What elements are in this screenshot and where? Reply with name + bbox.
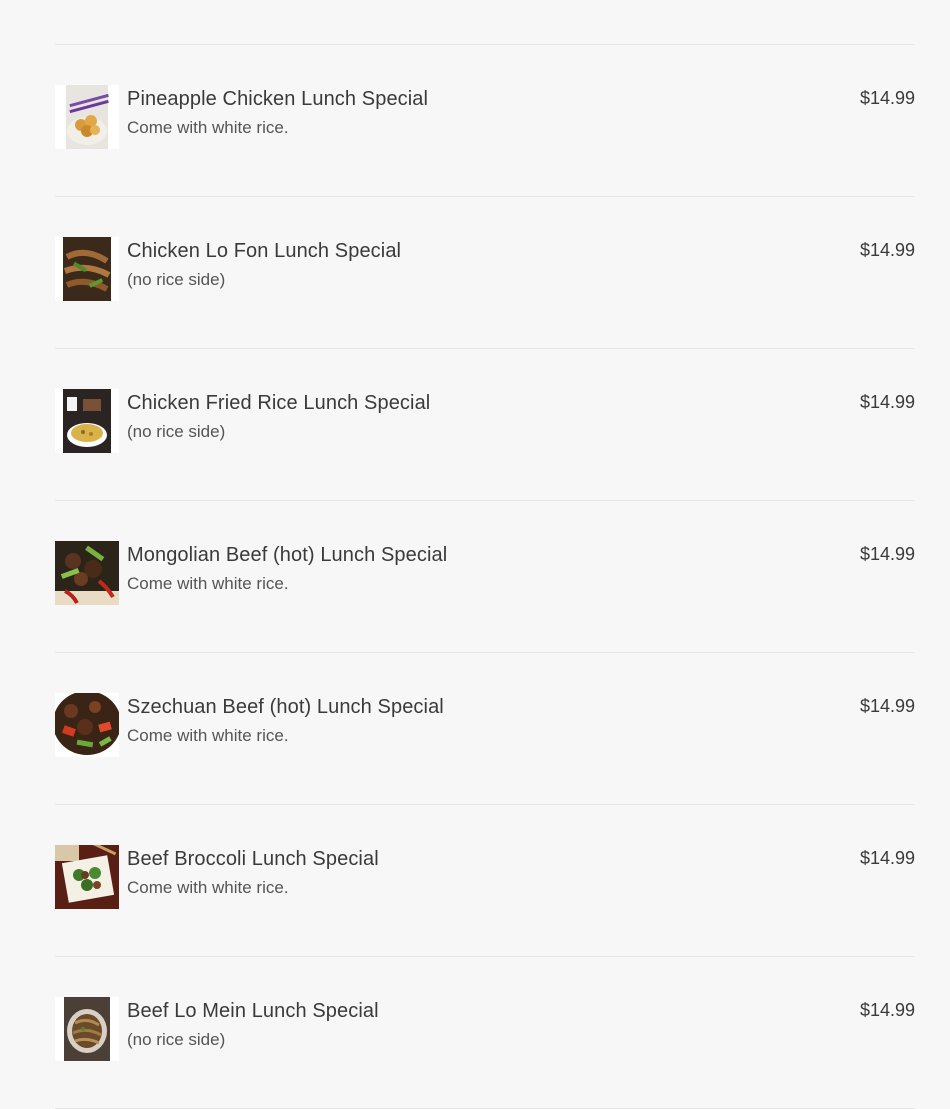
menu-item-price: $14.99 xyxy=(859,696,915,716)
menu-item-price: $14.99 xyxy=(859,240,915,260)
menu-item-name: Chicken Lo Fon Lunch Special xyxy=(127,240,402,262)
chicken-fried-rice-photo-icon[interactable] xyxy=(55,389,119,453)
menu-item-description: (no rice side) xyxy=(127,422,226,441)
menu-item-list: Pineapple Chicken Lunch Special Come wit… xyxy=(55,44,915,1109)
menu-item-chicken-lo-fon[interactable]: Chicken Lo Fon Lunch Special (no rice si… xyxy=(55,197,915,349)
menu-item-name: Beef Broccoli Lunch Special xyxy=(127,848,379,870)
menu-item-description: Come with white rice. xyxy=(127,574,289,593)
menu-item-name: Chicken Fried Rice Lunch Special xyxy=(127,392,431,414)
menu-item-price: $14.99 xyxy=(859,544,915,564)
menu-item-name: Pineapple Chicken Lunch Special xyxy=(127,88,429,110)
menu-item-pineapple-chicken[interactable]: Pineapple Chicken Lunch Special Come wit… xyxy=(55,45,915,197)
menu-item-szechuan-beef[interactable]: Szechuan Beef (hot) Lunch Special Come w… xyxy=(55,653,915,805)
menu-item-description: Come with white rice. xyxy=(127,118,289,137)
mongolian-beef-photo-icon[interactable] xyxy=(55,541,119,605)
menu-item-description: Come with white rice. xyxy=(127,878,289,897)
pineapple-chicken-photo-icon[interactable] xyxy=(55,85,119,149)
menu-item-chicken-fried-rice[interactable]: Chicken Fried Rice Lunch Special (no ric… xyxy=(55,349,915,501)
menu-item-name: Beef Lo Mein Lunch Special xyxy=(127,1000,379,1022)
menu-item-description: (no rice side) xyxy=(127,1030,226,1049)
menu-item-name: Mongolian Beef (hot) Lunch Special xyxy=(127,544,448,566)
menu-item-description: (no rice side) xyxy=(127,270,226,289)
menu-item-beef-broccoli[interactable]: Beef Broccoli Lunch Special Come with wh… xyxy=(55,805,915,957)
menu-item-price: $14.99 xyxy=(859,392,915,412)
menu-item-name: Szechuan Beef (hot) Lunch Special xyxy=(127,696,444,718)
menu-item-mongolian-beef[interactable]: Mongolian Beef (hot) Lunch Special Come … xyxy=(55,501,915,653)
menu-item-price: $14.99 xyxy=(859,1000,915,1020)
beef-lo-mein-photo-icon[interactable] xyxy=(55,997,119,1061)
menu-item-description: Come with white rice. xyxy=(127,726,289,745)
menu-item-price: $14.99 xyxy=(859,88,915,108)
szechuan-beef-photo-icon[interactable] xyxy=(55,693,119,757)
menu-item-price: $14.99 xyxy=(859,848,915,868)
beef-broccoli-photo-icon[interactable] xyxy=(55,845,119,909)
chicken-lo-fon-photo-icon[interactable] xyxy=(55,237,119,301)
menu-item-beef-lo-mein[interactable]: Beef Lo Mein Lunch Special (no rice side… xyxy=(55,957,915,1109)
